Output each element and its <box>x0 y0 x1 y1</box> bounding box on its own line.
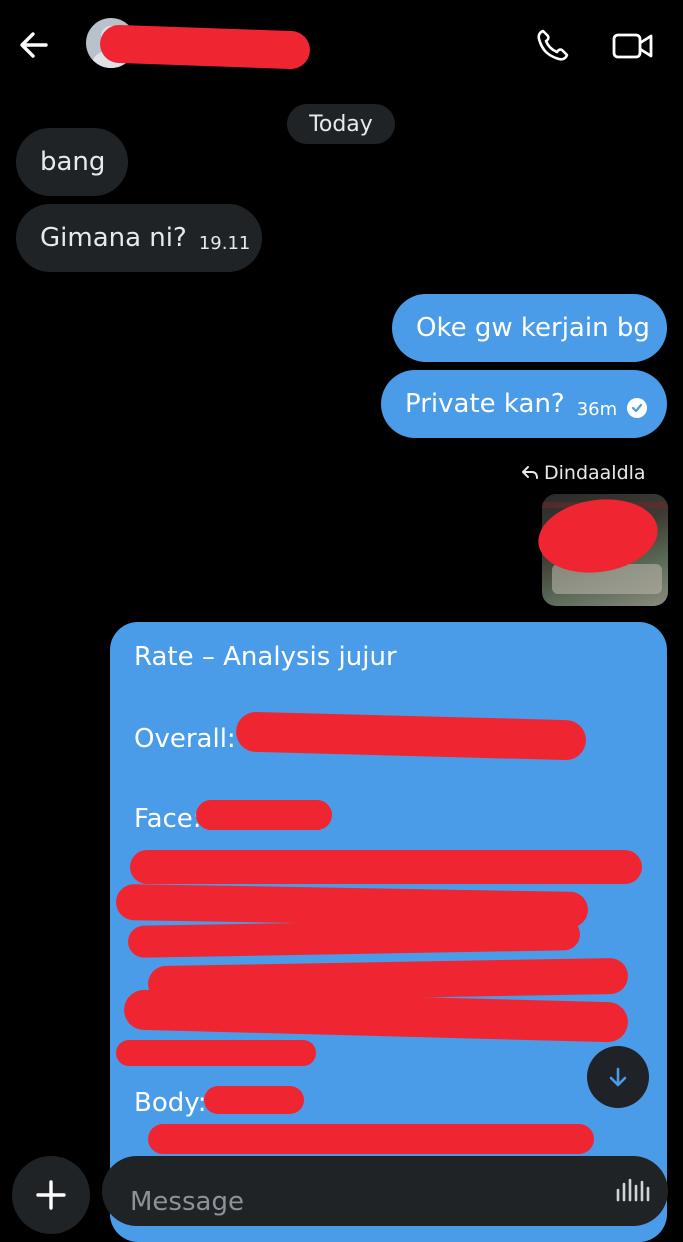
message-text: Private kan? <box>405 389 565 419</box>
message-text: Gimana ni? <box>40 223 187 253</box>
text-redaction <box>196 800 332 830</box>
scroll-to-bottom-button[interactable] <box>587 1046 649 1108</box>
reply-author: Dindaaldla <box>544 462 646 484</box>
message-bubble-outgoing[interactable]: Oke gw kerjain bg <box>392 294 667 362</box>
message-time: 19.11 <box>198 232 251 254</box>
face-label: Face: <box>134 804 202 834</box>
text-redaction <box>204 1086 304 1114</box>
back-button[interactable] <box>14 24 54 64</box>
overall-label: Overall: <box>134 724 236 754</box>
card-title: Rate – Analysis jujur <box>134 642 397 672</box>
read-check-icon <box>627 398 648 418</box>
reply-arrow-icon <box>522 466 538 479</box>
text-redaction <box>130 850 642 884</box>
add-attachment-button[interactable] <box>12 1156 90 1234</box>
date-divider: Today <box>287 104 395 144</box>
arrow-left-icon <box>20 32 48 58</box>
message-text: bang <box>40 147 106 177</box>
contact-name-redaction <box>99 24 311 70</box>
message-bubble-incoming[interactable]: Gimana ni? 19.11 <box>16 204 262 272</box>
arrow-down-icon <box>609 1067 627 1087</box>
message-bubble-incoming[interactable]: bang <box>16 128 128 196</box>
plus-icon <box>36 1180 66 1210</box>
message-time: 36m <box>576 398 618 420</box>
message-bubble-outgoing[interactable]: Private kan? 36m <box>381 370 667 438</box>
video-call-button[interactable] <box>606 24 658 68</box>
body-label: Body: <box>134 1088 207 1118</box>
text-redaction <box>116 1040 316 1066</box>
call-button[interactable] <box>530 24 574 68</box>
text-redaction <box>148 1124 594 1154</box>
message-input[interactable] <box>102 1156 668 1226</box>
reply-indicator: Dindaaldla <box>520 462 646 484</box>
video-camera-icon <box>612 33 653 59</box>
phone-icon <box>537 29 569 61</box>
message-text: Oke gw kerjain bg <box>416 313 650 343</box>
